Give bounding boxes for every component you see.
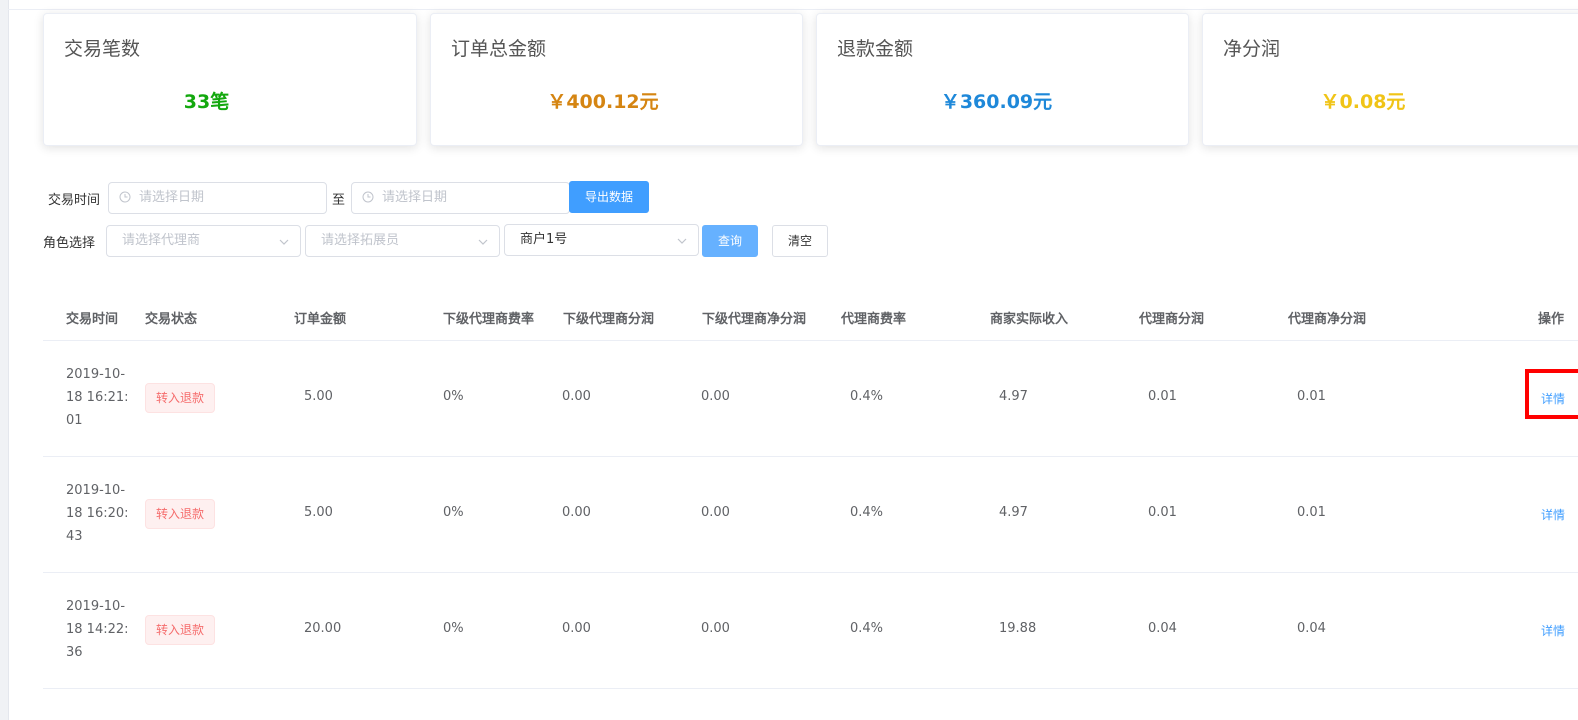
detail-link[interactable]: 详情 — [1541, 506, 1565, 523]
status-badge: 转入退款 — [145, 499, 215, 529]
cell-sub-net: 0.00 — [701, 621, 730, 636]
to-label: 至 — [332, 193, 346, 208]
cell-time: 2019-10-18 14:22:36 — [66, 599, 129, 660]
cell-net: 0.01 — [1297, 505, 1326, 520]
time-label: 交易时间 — [48, 193, 101, 208]
header-sub-profit: 下级代理商分润 — [563, 312, 655, 327]
cell-net: 0.04 — [1297, 621, 1326, 636]
cell-amount: 20.00 — [304, 621, 342, 636]
chevron-down-icon — [478, 239, 488, 245]
cell-net: 0.01 — [1297, 389, 1326, 404]
clock-icon — [119, 191, 131, 203]
agent-placeholder: 请选择代理商 — [122, 233, 201, 248]
header-net: 代理商净分润 — [1288, 312, 1367, 327]
header-sub-net: 下级代理商净分润 — [702, 312, 807, 327]
status-badge: 转入退款 — [145, 383, 215, 413]
merchant-value: 商户1号 — [520, 232, 568, 247]
header-amount: 订单金额 — [294, 312, 347, 327]
cell-profit: 0.01 — [1148, 505, 1177, 520]
export-button[interactable]: 导出数据 — [569, 181, 649, 213]
cell-sub-rate: 0% — [443, 505, 464, 520]
clock-icon — [362, 191, 374, 203]
end-date-input[interactable]: 请选择日期 — [351, 182, 570, 214]
header-profit: 代理商分润 — [1139, 312, 1205, 327]
header-divider — [43, 340, 1578, 341]
card-title: 订单总金额 — [451, 38, 547, 60]
cell-time: 2019-10-18 16:21:01 — [66, 367, 129, 428]
card-title: 退款金额 — [837, 38, 914, 60]
promoter-placeholder: 请选择拓展员 — [321, 233, 400, 248]
card-value: ￥400.12元 — [547, 91, 659, 113]
cell-rate: 0.4% — [850, 621, 884, 636]
cell-sub-rate: 0% — [443, 389, 464, 404]
card-order-total: 订单总金额 ￥400.12元 — [430, 13, 803, 146]
header-income: 商家实际收入 — [990, 312, 1069, 327]
cell-income: 4.97 — [999, 389, 1028, 404]
promoter-select[interactable]: 请选择拓展员 — [305, 225, 500, 257]
agent-select[interactable]: 请选择代理商 — [106, 225, 301, 257]
row-divider — [43, 688, 1578, 689]
cell-sub-profit: 0.00 — [562, 505, 591, 520]
header-time: 交易时间 — [66, 312, 119, 327]
card-title: 交易笔数 — [64, 38, 141, 60]
cell-sub-net: 0.00 — [701, 389, 730, 404]
cell-sub-rate: 0% — [443, 621, 464, 636]
header-action: 操作 — [1538, 312, 1565, 327]
header-status: 交易状态 — [145, 312, 198, 327]
cell-rate: 0.4% — [850, 505, 884, 520]
card-transaction-count: 交易笔数 33笔 — [43, 13, 417, 146]
cell-sub-profit: 0.00 — [562, 621, 591, 636]
cell-rate: 0.4% — [850, 389, 884, 404]
cell-sub-net: 0.00 — [701, 505, 730, 520]
cell-sub-profit: 0.00 — [562, 389, 591, 404]
query-button[interactable]: 查询 — [702, 225, 758, 257]
role-label: 角色选择 — [43, 236, 96, 251]
cell-amount: 5.00 — [304, 389, 333, 404]
card-refund-amount: 退款金额 ￥360.09元 — [816, 13, 1189, 146]
top-divider — [8, 9, 1578, 10]
highlight-box — [1525, 369, 1578, 419]
chevron-down-icon — [279, 239, 289, 245]
card-net-profit: 净分润 ￥0.08元 — [1202, 13, 1578, 146]
header-sub-rate: 下级代理商费率 — [443, 312, 535, 327]
clear-button[interactable]: 清空 — [772, 225, 828, 257]
cell-profit: 0.01 — [1148, 389, 1177, 404]
start-date-input[interactable]: 请选择日期 — [108, 182, 327, 214]
cell-profit: 0.04 — [1148, 621, 1177, 636]
cell-time: 2019-10-18 16:20:43 — [66, 483, 129, 544]
cell-amount: 5.00 — [304, 505, 333, 520]
card-value: ￥0.08元 — [1320, 91, 1406, 113]
cell-income: 4.97 — [999, 505, 1028, 520]
row-divider — [43, 572, 1578, 573]
card-value: ￥360.09元 — [940, 91, 1053, 113]
chevron-down-icon — [677, 238, 687, 244]
cell-income: 19.88 — [999, 621, 1037, 636]
card-value: 33笔 — [183, 91, 230, 113]
detail-link[interactable]: 详情 — [1541, 622, 1565, 639]
merchant-select[interactable]: 商户1号 — [504, 224, 699, 256]
row-divider — [43, 456, 1578, 457]
header-rate: 代理商费率 — [841, 312, 907, 327]
start-date-placeholder: 请选择日期 — [139, 190, 205, 205]
card-title: 净分润 — [1223, 38, 1281, 60]
status-badge: 转入退款 — [145, 615, 215, 645]
end-date-placeholder: 请选择日期 — [382, 190, 448, 205]
